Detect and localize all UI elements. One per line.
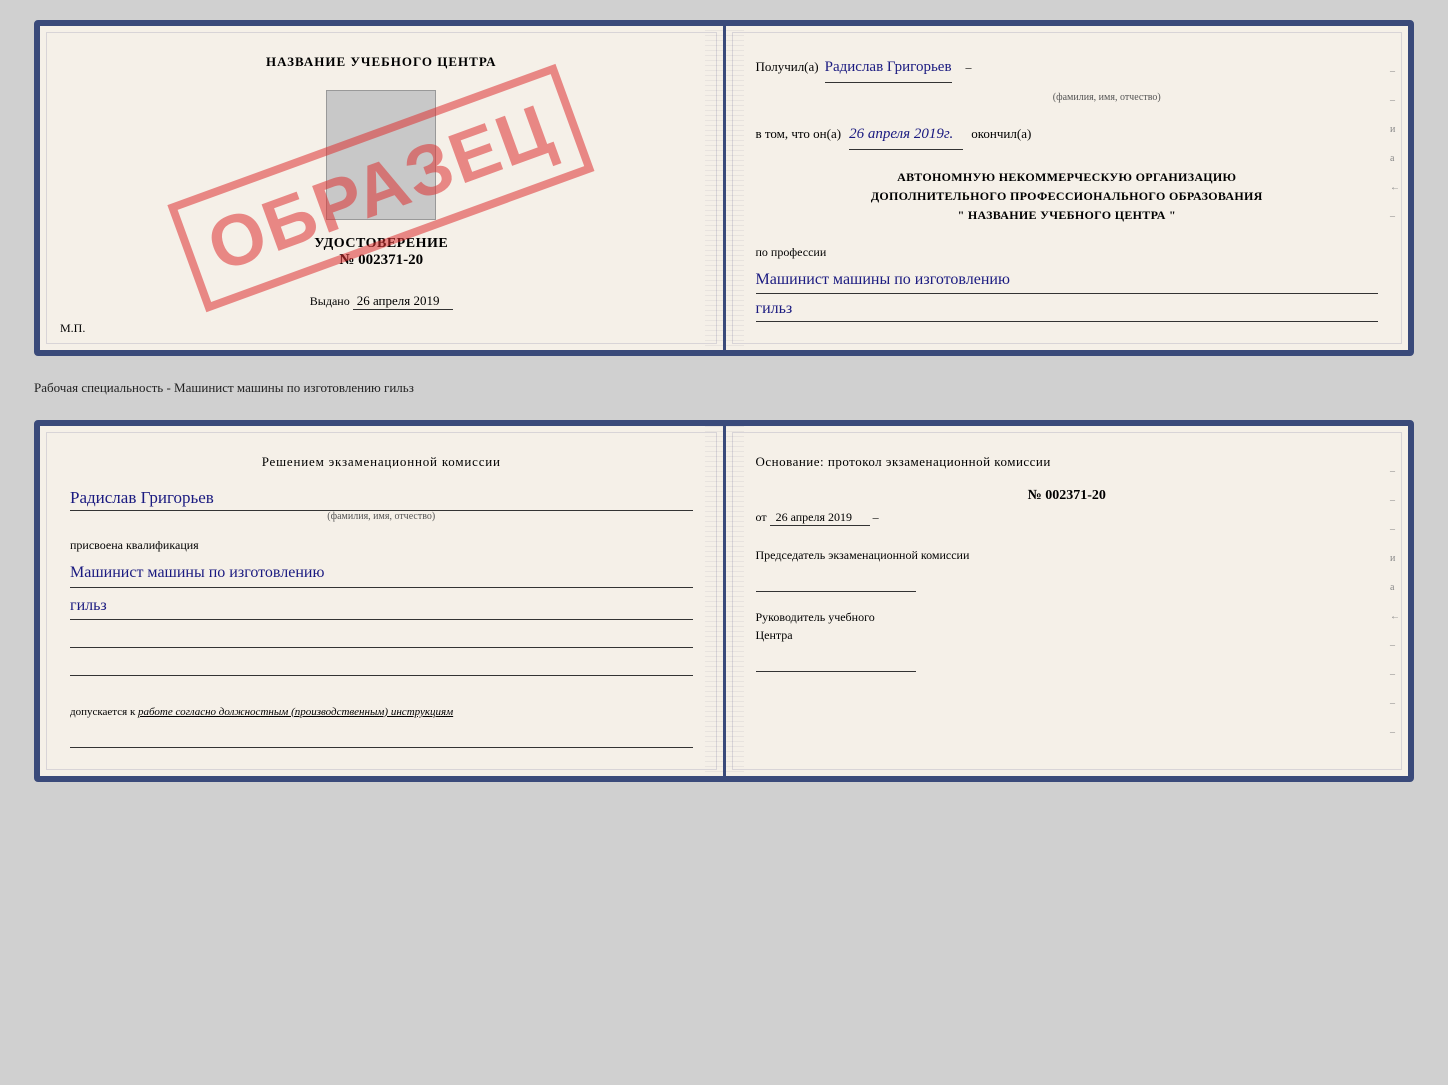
head-title2: Центра: [756, 626, 1379, 644]
cert-title: УДОСТОВЕРЕНИЕ: [314, 236, 448, 252]
org-block: АВТОНОМНУЮ НЕКОММЕРЧЕСКУЮ ОРГАНИЗАЦИЮ ДО…: [756, 168, 1379, 226]
bmark3: –: [1390, 524, 1400, 535]
protocol-date-line: от 26 апреля 2019 –: [756, 510, 1379, 526]
org-line2: ДОПОЛНИТЕЛЬНОГО ПРОФЕССИОНАЛЬНОГО ОБРАЗО…: [756, 187, 1379, 206]
sidebar-marks-bottom: – – – и а ← – – – –: [1390, 466, 1400, 738]
allowed-prefix: допускается к: [70, 706, 135, 718]
bottom-right-content: Основание: протокол экзаменационной коми…: [756, 454, 1379, 672]
bmark9: –: [1390, 698, 1400, 709]
center-name-top: НАЗВАНИЕ УЧЕБНОГО ЦЕНТРА: [266, 54, 497, 70]
bmark4: и: [1390, 553, 1400, 564]
profession-value: Машинист машины по изготовлению: [756, 267, 1379, 294]
sidebar-marks-top: – – и а ← –: [1390, 66, 1400, 222]
received-line: Получил(а) Радислав Григорьев –: [756, 54, 1379, 83]
head-block: Руководитель учебного Центра: [756, 608, 1379, 672]
bmark2: –: [1390, 495, 1400, 506]
bmark5: а: [1390, 582, 1400, 593]
received-prefix: Получил(а): [756, 55, 819, 78]
allowed-value: работе согласно должностным (производств…: [138, 706, 453, 718]
protocol-date-prefix: от: [756, 510, 767, 524]
bottom-doc-right: Основание: протокол экзаменационной коми…: [726, 426, 1409, 776]
bmark1: –: [1390, 466, 1400, 477]
mark2: –: [1390, 95, 1400, 106]
bmark7: –: [1390, 640, 1400, 651]
photo-placeholder: [326, 90, 436, 220]
date-suffix: окончил(а): [971, 122, 1031, 145]
date-value: 26 апреля 2019г.: [849, 121, 963, 150]
head-sig-line: [756, 652, 916, 672]
head-title1: Руководитель учебного: [756, 608, 1379, 626]
top-right-content: Получил(а) Радислав Григорьев – (фамилия…: [756, 54, 1379, 322]
bmark6: ←: [1390, 611, 1400, 622]
profession-value2: гильз: [756, 296, 1379, 323]
mark6: –: [1390, 211, 1400, 222]
date-prefix: в том, что он(а): [756, 122, 842, 145]
bmark8: –: [1390, 669, 1400, 680]
chair-block: Председатель экзаменационной комиссии: [756, 546, 1379, 592]
protocol-date: 26 апреля 2019: [770, 510, 870, 526]
top-doc-right: Получил(а) Радислав Григорьев – (фамилия…: [726, 26, 1409, 350]
sig-line-1: [70, 628, 693, 648]
profession-label: по профессии: [756, 242, 1379, 264]
qualification-value2: гильз: [70, 592, 693, 620]
qualification-value: Машинист машины по изготовлению: [70, 559, 693, 587]
cert-block: УДОСТОВЕРЕНИЕ № 002371-20: [314, 236, 448, 269]
chair-title: Председатель экзаменационной комиссии: [756, 546, 1379, 564]
protocol-number: № 002371-20: [756, 488, 1379, 504]
chair-title-text: Председатель экзаменационной комиссии: [756, 548, 970, 562]
mark5: ←: [1390, 182, 1400, 193]
bmark10: –: [1390, 727, 1400, 738]
basis-title: Основание: протокол экзаменационной коми…: [756, 454, 1379, 470]
dash2: –: [873, 510, 879, 524]
chair-sig-line: [756, 572, 916, 592]
caption-line: Рабочая специальность - Машинист машины …: [34, 374, 1414, 402]
issued-label: Выдано: [310, 294, 350, 308]
cert-number: № 002371-20: [314, 252, 448, 269]
mp-label: М.П.: [60, 321, 85, 336]
bottom-doc-left: Решением экзаменационной комиссии Радисл…: [40, 426, 726, 776]
dash: –: [966, 57, 972, 79]
org-line1: АВТОНОМНУЮ НЕКОММЕРЧЕСКУЮ ОРГАНИЗАЦИЮ: [756, 168, 1379, 187]
mark4: а: [1390, 153, 1400, 164]
issued-date: 26 апреля 2019: [353, 293, 453, 310]
top-doc-left: НАЗВАНИЕ УЧЕБНОГО ЦЕНТРА УДОСТОВЕРЕНИЕ №…: [40, 26, 726, 350]
bottom-document: Решением экзаменационной комиссии Радисл…: [34, 420, 1414, 782]
mark1: –: [1390, 66, 1400, 77]
recipient-name: Радислав Григорьев: [825, 54, 952, 83]
person-name-block: Радислав Григорьев (фамилия, имя, отчест…: [70, 488, 693, 522]
person-name: Радислав Григорьев: [70, 488, 693, 511]
sig-line-2: [70, 656, 693, 676]
person-label: (фамилия, имя, отчество): [70, 511, 693, 522]
mark3: и: [1390, 124, 1400, 135]
org-line3: " НАЗВАНИЕ УЧЕБНОГО ЦЕНТРА ": [756, 206, 1379, 225]
head-title: Руководитель учебного Центра: [756, 608, 1379, 644]
top-document: НАЗВАНИЕ УЧЕБНОГО ЦЕНТРА УДОСТОВЕРЕНИЕ №…: [34, 20, 1414, 356]
profession-block: по профессии Машинист машины по изготовл…: [756, 242, 1379, 323]
date-line: в том, что он(а) 26 апреля 2019г. окончи…: [756, 121, 1379, 150]
commission-title: Решением экзаменационной комиссии: [70, 454, 693, 470]
assigned-text: присвоена квалификация: [70, 538, 693, 553]
issued-line: Выдано 26 апреля 2019: [310, 293, 453, 310]
sig-line-3: [70, 728, 693, 748]
allowed-line: допускается к работе согласно должностны…: [70, 704, 693, 721]
recipient-label: (фамилия, имя, отчество): [836, 89, 1379, 107]
